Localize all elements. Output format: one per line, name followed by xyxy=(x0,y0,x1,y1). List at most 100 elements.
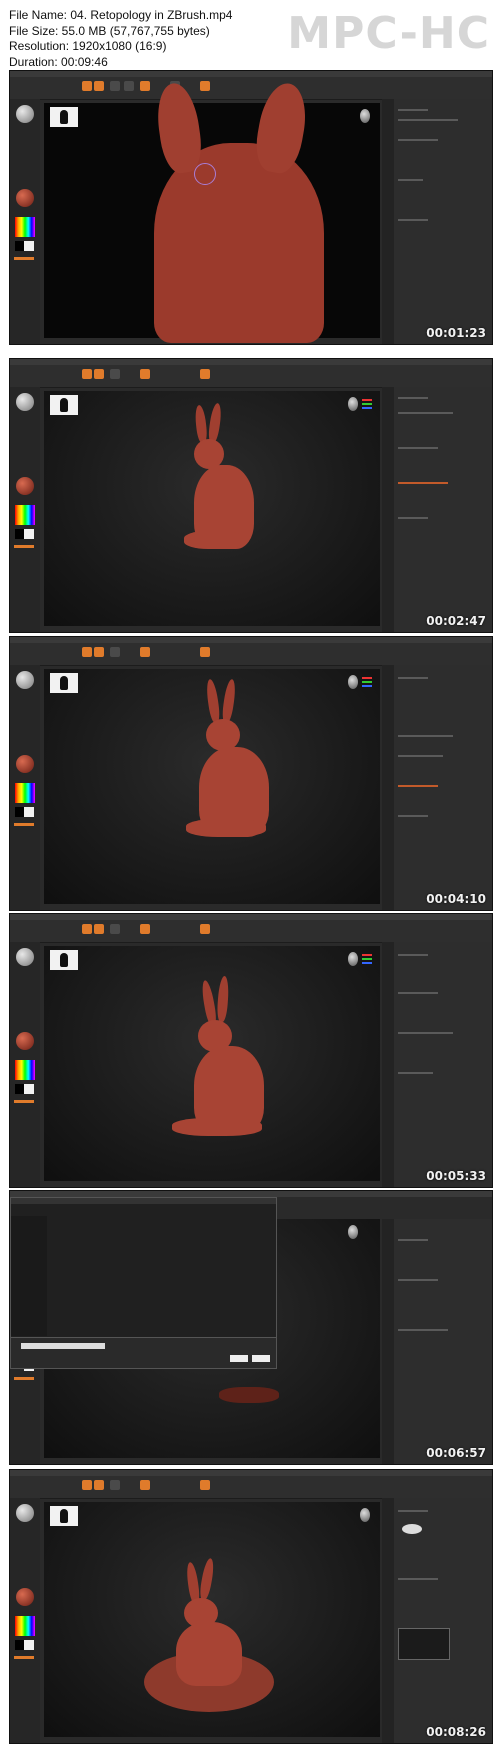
color-picker[interactable] xyxy=(15,217,35,237)
move-mode-button[interactable] xyxy=(94,647,104,657)
edit-button[interactable] xyxy=(140,81,150,91)
bunny-ear-right xyxy=(207,402,223,444)
scale-button[interactable] xyxy=(110,81,120,91)
bunny-ear-right xyxy=(216,975,230,1023)
color-picker[interactable] xyxy=(15,1060,35,1080)
main-color[interactable] xyxy=(24,1084,34,1094)
viewport[interactable] xyxy=(44,1502,380,1737)
brush-icon[interactable] xyxy=(16,105,34,123)
switch-color-button[interactable] xyxy=(14,823,34,826)
bunny-feet xyxy=(186,819,266,837)
draw-mode-button[interactable] xyxy=(82,81,92,91)
draw-mode-button[interactable] xyxy=(82,369,92,379)
file-dialog xyxy=(10,1197,277,1369)
alpha-thumbnail xyxy=(50,395,78,415)
timestamp: 00:04:10 xyxy=(426,892,486,906)
draw-mode-button[interactable] xyxy=(82,647,92,657)
brush-icon[interactable] xyxy=(16,948,34,966)
camera-head-icon[interactable] xyxy=(360,109,370,123)
alpha-thumbnail xyxy=(50,950,78,970)
timestamp: 00:05:33 xyxy=(426,1169,486,1183)
left-shelf xyxy=(10,1498,40,1743)
switch-color-button[interactable] xyxy=(14,1656,34,1659)
bunny-feet xyxy=(219,1387,279,1403)
brush-icon[interactable] xyxy=(16,1504,34,1522)
toolbar xyxy=(10,77,492,100)
right-shelf xyxy=(382,99,394,344)
tool-thumbnail-icon[interactable] xyxy=(402,1524,422,1534)
right-shelf xyxy=(382,1498,394,1743)
move-mode-button[interactable] xyxy=(94,1480,104,1490)
scale-button[interactable] xyxy=(110,647,120,657)
main-color[interactable] xyxy=(24,807,34,817)
viewport[interactable] xyxy=(44,946,380,1181)
scale-button[interactable] xyxy=(110,924,120,934)
camera-head-icon[interactable] xyxy=(348,1225,358,1239)
material-icon[interactable] xyxy=(16,1588,34,1606)
move-mode-button[interactable] xyxy=(94,81,104,91)
tool-panel xyxy=(394,99,492,344)
video-frame-4: 00:05:33 xyxy=(9,913,493,1188)
viewport[interactable] xyxy=(44,79,380,343)
edit-button[interactable] xyxy=(140,369,150,379)
draw-mode-button[interactable] xyxy=(82,1480,92,1490)
duration: Duration: 00:09:46 xyxy=(9,54,108,69)
scale-button[interactable] xyxy=(110,1480,120,1490)
switch-color-button[interactable] xyxy=(14,545,34,548)
switch-color-button[interactable] xyxy=(14,1377,34,1380)
switch-color-button[interactable] xyxy=(14,1100,34,1103)
camera-head-icon[interactable] xyxy=(360,1508,370,1522)
viewport[interactable] xyxy=(44,669,380,904)
zadd-button[interactable] xyxy=(200,924,210,934)
edit-button[interactable] xyxy=(140,924,150,934)
video-frame-1: 00:01:23 xyxy=(9,70,493,345)
main-color[interactable] xyxy=(24,529,34,539)
toolbar xyxy=(10,365,492,388)
material-icon[interactable] xyxy=(16,755,34,773)
bunny-ear-left xyxy=(194,404,208,444)
material-icon[interactable] xyxy=(16,189,34,207)
edit-button[interactable] xyxy=(140,647,150,657)
video-frame-3: 00:04:10 xyxy=(9,636,493,911)
timestamp: 00:06:57 xyxy=(426,1446,486,1460)
tool-panel xyxy=(394,942,492,1187)
video-frame-2: 00:02:47 xyxy=(9,358,493,633)
save-button[interactable] xyxy=(230,1355,248,1362)
zadd-button[interactable] xyxy=(200,1480,210,1490)
bunny-ear-left xyxy=(204,678,222,724)
cancel-button[interactable] xyxy=(252,1355,270,1362)
main-color[interactable] xyxy=(24,241,34,251)
edit-button[interactable] xyxy=(140,1480,150,1490)
viewport[interactable] xyxy=(44,391,380,626)
rotate-button[interactable] xyxy=(124,81,134,91)
dialog-address-bar xyxy=(11,1198,276,1204)
move-mode-button[interactable] xyxy=(94,924,104,934)
toolbar xyxy=(10,1476,492,1499)
axis-gizmo-icon xyxy=(356,673,372,689)
zadd-button[interactable] xyxy=(200,81,210,91)
resolution: Resolution: 1920x1080 (16:9) xyxy=(9,39,167,53)
subtool-preview[interactable] xyxy=(398,1628,450,1660)
brush-icon[interactable] xyxy=(16,393,34,411)
material-icon[interactable] xyxy=(16,1032,34,1050)
bunny-ear-right xyxy=(220,678,238,724)
timestamp: 00:08:26 xyxy=(426,1725,486,1739)
scale-button[interactable] xyxy=(110,369,120,379)
zadd-button[interactable] xyxy=(200,647,210,657)
move-mode-button[interactable] xyxy=(94,369,104,379)
color-picker[interactable] xyxy=(15,783,35,803)
color-picker[interactable] xyxy=(15,505,35,525)
main-color[interactable] xyxy=(24,1640,34,1650)
dialog-navigation-pane xyxy=(11,1216,47,1336)
switch-color-button[interactable] xyxy=(14,257,34,260)
material-icon[interactable] xyxy=(16,477,34,495)
brush-icon[interactable] xyxy=(16,671,34,689)
color-picker[interactable] xyxy=(15,1616,35,1636)
toolbar xyxy=(10,920,492,943)
file-name-field[interactable] xyxy=(21,1343,105,1349)
zadd-button[interactable] xyxy=(200,369,210,379)
bunny-ear-right xyxy=(198,1557,216,1601)
alpha-thumbnail xyxy=(50,107,78,127)
draw-mode-button[interactable] xyxy=(82,924,92,934)
timestamp: 00:01:23 xyxy=(426,326,486,340)
